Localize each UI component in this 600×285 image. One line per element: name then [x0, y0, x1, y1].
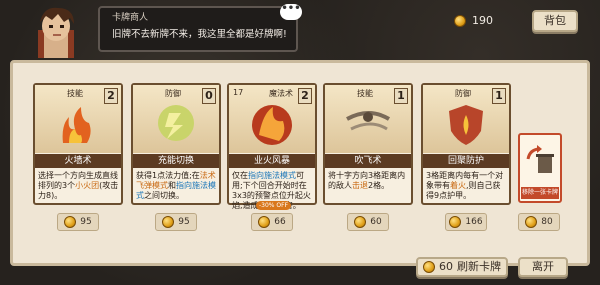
remove-card-price[interactable]: 80: [518, 213, 560, 231]
card-type: 技能: [357, 89, 373, 98]
refresh-button[interactable]: 60 刷新卡牌: [416, 257, 508, 277]
dialog-text: 旧牌不去新牌不来，我这里全都是好牌啊!: [112, 29, 287, 40]
discount-badge: -30% OFF: [256, 201, 292, 210]
coin-icon: [525, 216, 538, 228]
card-cost: 1: [492, 88, 506, 104]
card-type: 防御: [455, 89, 471, 98]
dialog-box: 卡牌商人 旧牌不去新牌不来，我这里全都是好牌啊!: [98, 6, 298, 52]
card-type: 防御: [165, 89, 181, 98]
card-description: 选择一个方向生成直线排列的3个小火团(攻击力8)。: [38, 171, 119, 200]
remove-card-item[interactable]: 移除一张卡牌: [518, 133, 562, 203]
coin-icon: [449, 216, 462, 228]
card-level: 17: [233, 88, 244, 97]
card-price[interactable]: 66: [251, 213, 293, 231]
card-price[interactable]: 166: [445, 213, 487, 231]
card-shield-fire[interactable]: 防御 1 回聚防护 3格距离内每有一个对象带有着火,则自己获得9点护甲。: [421, 83, 511, 205]
card-cost: 0: [202, 88, 216, 104]
card-description: 3格距离内每有一个对象带有着火,则自己获得9点护甲。: [426, 171, 504, 200]
bag-button[interactable]: 背包: [532, 10, 578, 32]
currency-amount: 190: [472, 14, 493, 27]
card-description: 将十字方向3格距离内的敌人击退2格。: [328, 171, 406, 190]
card-cost: 2: [104, 88, 118, 104]
card-name: 回聚防护: [423, 154, 509, 168]
currency-display: 190: [454, 14, 493, 27]
card-name: 充能切换: [133, 154, 219, 168]
shop-panel: 技能 2 火墙术 选择一个方向生成直线排列的3个小火团(攻击力8)。 95 防御…: [10, 60, 590, 266]
card-type: 技能: [67, 89, 83, 98]
merchant-portrait: [38, 7, 74, 58]
card-price[interactable]: 95: [57, 213, 99, 231]
card-fire-storm[interactable]: 魔法术 17 2 业火风暴 仅在指向施法模式可用;下个回合开始时在3x3的预警点…: [227, 83, 317, 210]
card-price[interactable]: 95: [155, 213, 197, 231]
refresh-cost: 60: [439, 260, 453, 273]
card-name: 业火风暴: [229, 154, 315, 168]
card-cost: 2: [298, 88, 312, 104]
card-blow-away[interactable]: 技能 1 吹飞术 将十字方向3格距离内的敌人击退2格。: [323, 83, 413, 205]
card-price[interactable]: 60: [347, 213, 389, 231]
card-energy-switch[interactable]: 防御 0 充能切换 获得1点法力值;在法术飞弹模式和指向施法模式之间切换。: [131, 83, 221, 205]
card-name: 火墙术: [35, 154, 121, 168]
trash-card-icon: [526, 145, 554, 173]
ellipsis-icon[interactable]: •••: [280, 4, 302, 20]
remove-card-label: 移除一张卡牌: [521, 187, 559, 199]
card-type: 魔法术: [269, 89, 293, 98]
card-name: 吹飞术: [325, 154, 411, 168]
coin-icon: [354, 216, 367, 228]
coin-icon: [454, 14, 466, 27]
coin-icon: [162, 216, 175, 228]
coin-icon: [423, 261, 435, 273]
coin-icon: [258, 216, 271, 228]
card-description: 获得1点法力值;在法术飞弹模式和指向施法模式之间切换。: [136, 171, 216, 200]
dialog-speaker: 卡牌商人: [112, 13, 149, 23]
card-cost: 1: [394, 88, 408, 104]
card-fire-wall[interactable]: 技能 2 火墙术 选择一个方向生成直线排列的3个小火团(攻击力8)。: [33, 83, 123, 205]
coin-icon: [64, 216, 77, 228]
leave-button[interactable]: 离开: [518, 257, 568, 277]
refresh-label: 刷新卡牌: [457, 260, 501, 273]
